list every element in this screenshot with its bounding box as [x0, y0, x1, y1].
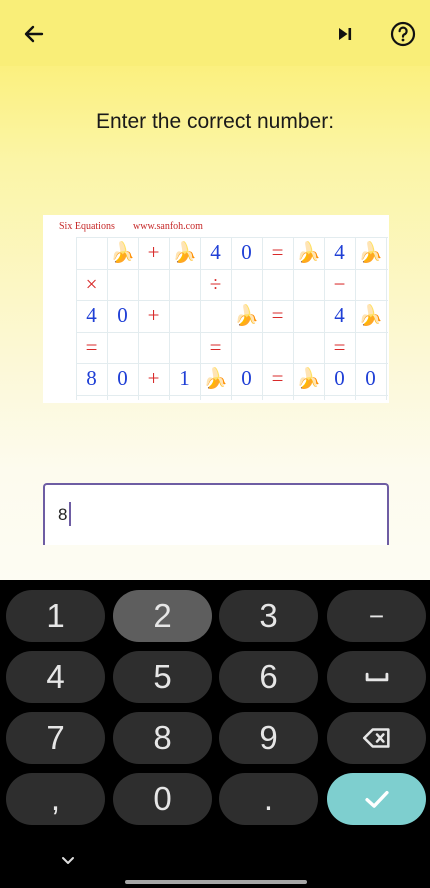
puzzle-operator: ÷: [209, 271, 222, 296]
grid-line: [386, 237, 387, 400]
key-1[interactable]: 1: [6, 590, 105, 642]
puzzle-digit: 0: [241, 366, 252, 390]
key-label: 2: [153, 597, 172, 634]
puzzle-title: Six Equations: [59, 221, 115, 232]
key-space[interactable]: [327, 651, 426, 703]
puzzle-operator: =: [271, 366, 284, 390]
puzzle-operator: ×: [85, 271, 98, 296]
key-comma[interactable]: ,: [6, 773, 105, 825]
key-4[interactable]: 4: [6, 651, 105, 703]
puzzle-digit: 8: [86, 366, 97, 390]
banana-icon: 🍌: [203, 368, 228, 390]
help-button[interactable]: [387, 18, 419, 50]
puzzle-digit: 4: [210, 240, 221, 264]
key-7[interactable]: 7: [6, 712, 105, 764]
banana-icon: 🍌: [234, 305, 259, 327]
puzzle-operator: −: [333, 271, 346, 296]
puzzle-operator: +: [147, 240, 160, 264]
puzzle-operator: =: [209, 334, 222, 359]
answer-input[interactable]: 8: [43, 483, 389, 545]
key-2[interactable]: 2: [113, 590, 212, 642]
puzzle-digit: 0: [365, 366, 376, 390]
text-cursor: [69, 502, 71, 526]
key-backspace[interactable]: [327, 712, 426, 764]
numeric-keyboard: 1 2 3 − 4 5 6 7 8 9, 0.: [0, 580, 430, 888]
question-prompt: Enter the correct number:: [95, 110, 335, 133]
help-circle-icon: [390, 21, 416, 47]
puzzle-digit: 0: [241, 240, 252, 264]
arrow-left-icon: [24, 25, 44, 43]
puzzle-digit: 0: [117, 366, 128, 390]
key-label: .: [263, 780, 274, 817]
banana-icon: 🍌: [110, 242, 135, 264]
key-5[interactable]: 5: [113, 651, 212, 703]
home-indicator[interactable]: [125, 880, 307, 884]
key-3[interactable]: 3: [219, 590, 318, 642]
backspace-icon: [362, 728, 390, 748]
key-minus[interactable]: −: [327, 590, 426, 642]
puzzle-digit: 1: [179, 366, 190, 390]
key-label: 1: [46, 597, 65, 634]
puzzle-operator: +: [147, 303, 160, 327]
banana-icon: 🍌: [358, 305, 383, 327]
grid-line: [76, 394, 388, 396]
key-6[interactable]: 6: [219, 651, 318, 703]
app-screen: Enter the correct number: Six Equations …: [0, 0, 430, 580]
key-label: 8: [153, 719, 172, 756]
puzzle-operator: =: [85, 334, 98, 359]
space-icon: [365, 672, 388, 682]
key-label: 5: [153, 658, 172, 695]
puzzle-operator: +: [147, 366, 160, 390]
key-label: ,: [50, 780, 61, 817]
puzzle-digit: 4: [334, 303, 345, 327]
check-icon: [364, 790, 389, 808]
puzzle-digit: 0: [334, 366, 345, 390]
answer-value: 8: [58, 505, 68, 524]
skip-next-icon: [339, 28, 352, 40]
key-enter[interactable]: [327, 773, 426, 825]
key-label: 6: [259, 658, 278, 695]
key-label: 3: [259, 597, 278, 634]
puzzle-image: Six Equations www.sanfoh.com 🍌 + 🍌 4 0 = 🍌 4 🍌 × ÷…: [43, 215, 389, 403]
banana-icon: 🍌: [358, 242, 383, 264]
key-label: 9: [259, 719, 278, 756]
banana-icon: 🍌: [172, 242, 197, 264]
key-label: −: [368, 600, 385, 631]
banana-icon: 🍌: [296, 242, 321, 264]
key-label: 0: [153, 780, 172, 817]
key-label: 7: [46, 719, 65, 756]
puzzle-digit: 4: [86, 303, 97, 327]
skip-button[interactable]: [329, 18, 361, 50]
puzzle-operator: =: [271, 240, 284, 264]
puzzle-digit: 0: [117, 303, 128, 327]
key-label: 4: [46, 658, 65, 695]
puzzle-website: www.sanfoh.com: [133, 221, 203, 232]
puzzle-digit: 4: [334, 240, 345, 264]
banana-icon: 🍌: [296, 368, 321, 390]
key-9[interactable]: 9: [219, 712, 318, 764]
chevron-down-icon[interactable]: [56, 848, 80, 872]
puzzle-operator: =: [333, 334, 346, 359]
key-8[interactable]: 8: [113, 712, 212, 764]
key-period[interactable]: .: [219, 773, 318, 825]
back-button[interactable]: [18, 18, 50, 50]
puzzle-operator: =: [271, 303, 284, 327]
top-app-bar: [0, 0, 430, 66]
key-0[interactable]: 0: [113, 773, 212, 825]
